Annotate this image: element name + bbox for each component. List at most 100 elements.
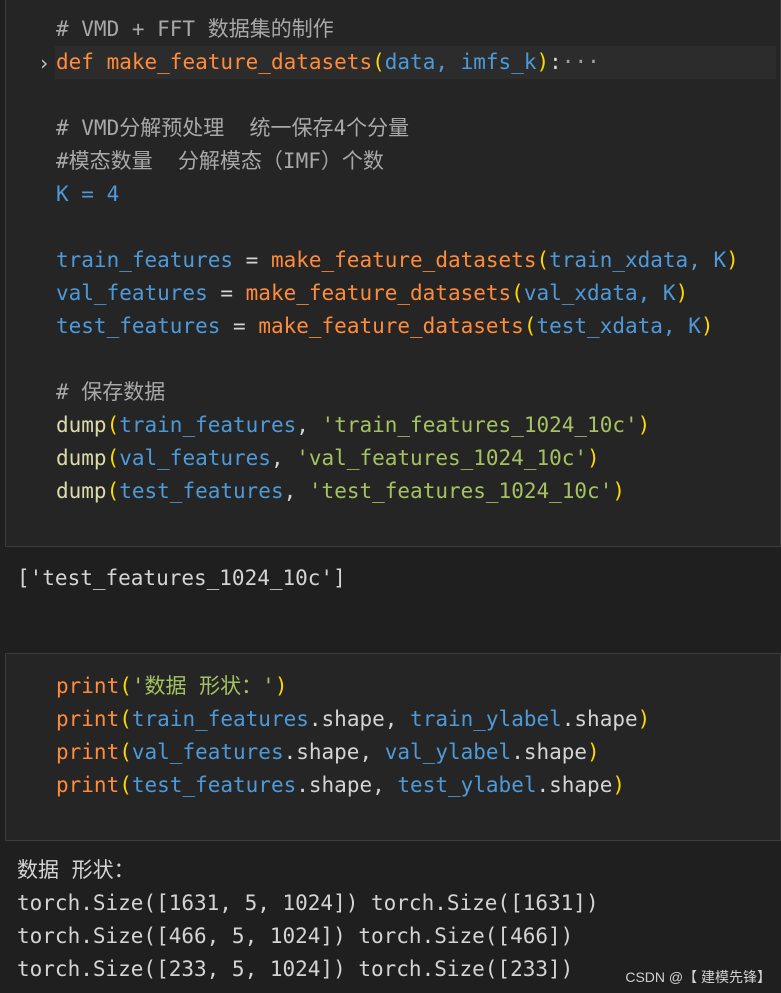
paren: ( xyxy=(106,413,120,437)
sep: , xyxy=(283,479,309,503)
var: val_features xyxy=(56,281,208,305)
arg: test_features xyxy=(119,479,284,503)
paren: ) xyxy=(637,413,651,437)
eq: = xyxy=(233,248,271,272)
fn: make_feature_datasets xyxy=(245,281,512,305)
comment-vmd-fft: # VMD + FFT 数据集的制作 xyxy=(56,13,334,46)
arg: val_features xyxy=(131,740,284,764)
paren: ( xyxy=(372,50,385,74)
arg: train_features xyxy=(119,413,297,437)
paren: ) xyxy=(612,479,625,503)
string: 'train_features_1024_10c' xyxy=(321,413,638,437)
output-line-val: torch.Size([466, 5, 1024]) torch.Size([4… xyxy=(17,924,574,948)
fn: make_feature_datasets xyxy=(270,248,537,272)
comment-text: #模态数量 分解模态（IMF）个数 xyxy=(56,149,384,173)
string: '数据 形状：' xyxy=(131,674,275,698)
arg: test_xdata, xyxy=(536,314,689,338)
paren: ( xyxy=(106,479,120,503)
fn: print xyxy=(56,707,120,731)
attr: .shape xyxy=(536,773,613,797)
arg: test_features xyxy=(131,773,297,797)
paren: ( xyxy=(511,281,524,305)
arg: train_features xyxy=(131,707,309,731)
fn: make_feature_datasets xyxy=(258,314,524,338)
chevron-right-icon[interactable]: › xyxy=(38,49,50,77)
comment-text: # VMD分解预处理 统一保存4个分量 xyxy=(56,116,410,140)
k-assign-text: K = 4 xyxy=(56,182,120,206)
sep: , xyxy=(359,740,385,764)
fn: print xyxy=(56,773,120,797)
comment-text: # VMD + FFT 数据集的制作 xyxy=(56,17,334,41)
colon: : xyxy=(549,50,562,74)
attr: .shape xyxy=(308,707,385,731)
comment-mode-count: #模态数量 分解模态（IMF）个数 xyxy=(56,145,384,178)
k-arg: K xyxy=(688,314,701,338)
dump-train-line: dump(train_features, 'train_features_102… xyxy=(56,409,650,442)
output-line-header: 数据 形状： xyxy=(17,858,135,882)
paren: ) xyxy=(637,707,651,731)
params: data, imfs_k xyxy=(384,50,537,74)
def-line[interactable]: def make_feature_datasets(data, imfs_k):… xyxy=(56,46,600,79)
attr: .shape xyxy=(511,740,588,764)
paren: ) xyxy=(675,281,689,305)
paren: ( xyxy=(119,707,132,731)
test-features-line: test_features = make_feature_datasets(te… xyxy=(56,310,714,343)
attr: .shape xyxy=(561,707,638,731)
paren: ( xyxy=(119,773,132,797)
print-test-line: print(test_features.shape, test_ylabel.s… xyxy=(56,769,625,802)
sep: , xyxy=(270,446,297,470)
attr: .shape xyxy=(296,773,373,797)
comment-vmd-preprocess: # VMD分解预处理 统一保存4个分量 xyxy=(56,112,409,145)
attr: .shape xyxy=(283,740,360,764)
arg: train_ylabel xyxy=(410,707,562,731)
train-features-line: train_features = make_feature_datasets(t… xyxy=(56,244,739,277)
print-header-line: print('数据 形状：') xyxy=(56,670,287,703)
arg: test_ylabel xyxy=(397,773,537,797)
comment-text: # 保存数据 xyxy=(56,380,166,404)
output-line-train: torch.Size([1631, 5, 1024]) torch.Size([… xyxy=(17,891,599,915)
arg: train_xdata, xyxy=(549,248,714,272)
paren: ) xyxy=(587,446,600,470)
fn: dump xyxy=(56,446,107,470)
fn: dump xyxy=(56,479,107,503)
sep: , xyxy=(384,707,411,731)
paren: ) xyxy=(536,50,550,74)
print-train-line: print(train_features.shape, train_ylabel… xyxy=(56,703,650,736)
paren: ( xyxy=(119,674,132,698)
fn: print xyxy=(56,740,120,764)
paren: ) xyxy=(700,314,714,338)
k-assignment: K = 4 xyxy=(56,178,119,211)
print-val-line: print(val_features.shape, val_ylabel.sha… xyxy=(56,736,600,769)
string: 'test_features_1024_10c' xyxy=(308,479,613,503)
arg: val_features xyxy=(119,446,271,470)
k-arg: K xyxy=(713,248,727,272)
k-arg: K xyxy=(662,281,676,305)
dump-test-line: dump(test_features, 'test_features_1024_… xyxy=(56,475,625,508)
eq: = xyxy=(207,281,246,305)
arg: val_xdata, xyxy=(523,281,663,305)
def-keyword: def xyxy=(56,50,94,74)
function-name: make_feature_datasets xyxy=(106,50,373,74)
sep: , xyxy=(372,773,398,797)
paren: ) xyxy=(612,773,625,797)
folded-ellipsis[interactable]: ··· xyxy=(562,50,600,74)
dump-val-line: dump(val_features, 'val_features_1024_10… xyxy=(56,442,600,475)
sep: , xyxy=(296,413,322,437)
output-1: ['test_features_1024_10c'] xyxy=(17,566,346,590)
paren: ( xyxy=(536,248,550,272)
var: test_features xyxy=(56,314,221,338)
watermark: CSDN @【 建模先锋】 xyxy=(625,969,771,985)
paren: ( xyxy=(119,740,132,764)
eq: = xyxy=(220,314,259,338)
string: 'val_features_1024_10c' xyxy=(296,446,588,470)
paren: ( xyxy=(106,446,120,470)
paren: ) xyxy=(587,740,600,764)
fn: print xyxy=(56,674,120,698)
var: train_features xyxy=(56,248,234,272)
comment-save-data: # 保存数据 xyxy=(56,376,165,409)
paren: ) xyxy=(274,674,288,698)
paren: ) xyxy=(726,248,739,272)
paren: ( xyxy=(523,314,537,338)
fn: dump xyxy=(56,413,107,437)
output-line-test: torch.Size([233, 5, 1024]) torch.Size([2… xyxy=(17,957,574,981)
